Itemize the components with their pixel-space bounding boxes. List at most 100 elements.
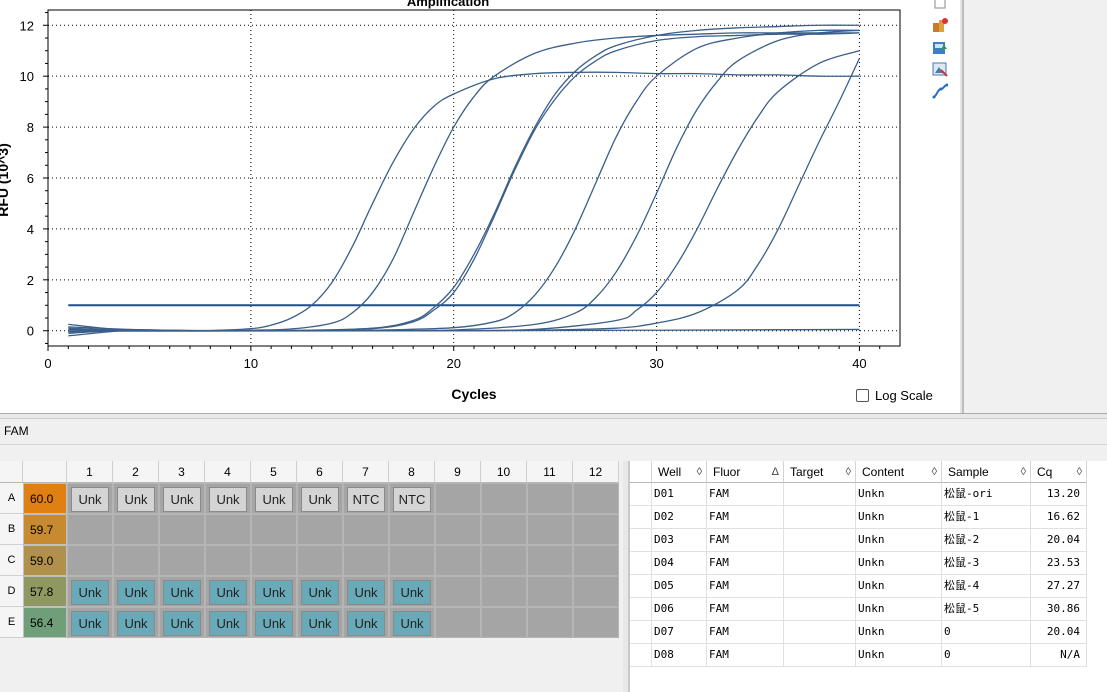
plate-well[interactable] xyxy=(527,576,573,607)
column-header-fluor[interactable]: Fluor Δ xyxy=(707,461,784,483)
plate-well[interactable]: Unk xyxy=(113,483,159,514)
plate-well[interactable] xyxy=(67,514,113,545)
table-cell-well[interactable]: D01 xyxy=(652,483,707,506)
table-cell-sample[interactable]: 松鼠-ori xyxy=(942,483,1031,506)
plate-well[interactable]: NTC xyxy=(343,483,389,514)
plate-well[interactable] xyxy=(573,483,619,514)
column-header-sample[interactable]: Sample ◊ xyxy=(942,461,1031,483)
plate-well[interactable]: Unk xyxy=(297,483,343,514)
plate-well[interactable]: Unk xyxy=(67,483,113,514)
plate-well[interactable]: Unk xyxy=(343,576,389,607)
table-cell-well[interactable]: D04 xyxy=(652,552,707,575)
plate-well[interactable] xyxy=(435,545,481,576)
log-scale-toggle[interactable]: Log Scale xyxy=(856,388,933,403)
plate-row-header[interactable]: D xyxy=(0,576,23,607)
curve-style-icon[interactable] xyxy=(931,82,949,100)
table-cell-content[interactable]: Unkn xyxy=(856,529,942,552)
plate-well[interactable]: Unk xyxy=(251,607,297,638)
table-cell-well[interactable]: D03 xyxy=(652,529,707,552)
plate-column-header[interactable]: 12 xyxy=(573,461,619,483)
plate-well[interactable] xyxy=(481,545,527,576)
plate-well[interactable] xyxy=(67,545,113,576)
log-scale-checkbox[interactable] xyxy=(856,389,869,402)
table-cell-target[interactable] xyxy=(784,598,856,621)
sort-icon[interactable]: ◊ xyxy=(1021,461,1026,483)
table-cell-target[interactable] xyxy=(784,644,856,667)
table-cell-target[interactable] xyxy=(784,483,856,506)
table-cell-content[interactable]: Unkn xyxy=(856,552,942,575)
table-cell-well[interactable]: D07 xyxy=(652,621,707,644)
table-cell-cq[interactable]: 27.27 xyxy=(1031,575,1087,598)
table-cell-fluor[interactable]: FAM xyxy=(707,575,784,598)
plate-column-header[interactable]: 3 xyxy=(159,461,205,483)
plate-row-header[interactable]: A xyxy=(0,483,23,514)
plate-well[interactable] xyxy=(573,576,619,607)
plate-column-header[interactable]: 1 xyxy=(67,461,113,483)
sort-icon[interactable]: Δ xyxy=(772,461,779,483)
row-marker[interactable] xyxy=(630,644,652,667)
sort-icon[interactable]: ◊ xyxy=(846,461,851,483)
sort-icon[interactable]: ◊ xyxy=(1077,461,1082,483)
plate-column-header[interactable]: 9 xyxy=(435,461,481,483)
plate-well[interactable] xyxy=(573,607,619,638)
row-marker[interactable] xyxy=(630,483,652,506)
plate-well[interactable]: Unk xyxy=(113,607,159,638)
column-header-cq[interactable]: Cq ◊ xyxy=(1031,461,1087,483)
row-marker[interactable] xyxy=(630,506,652,529)
table-cell-cq[interactable]: 16.62 xyxy=(1031,506,1087,529)
table-cell-content[interactable]: Unkn xyxy=(856,575,942,598)
plate-well[interactable] xyxy=(481,576,527,607)
plate-well[interactable] xyxy=(343,514,389,545)
table-cell-sample[interactable]: 0 xyxy=(942,621,1031,644)
plate-well[interactable] xyxy=(159,514,205,545)
row-marker[interactable] xyxy=(630,575,652,598)
table-cell-sample[interactable]: 松鼠-5 xyxy=(942,598,1031,621)
plate-well[interactable] xyxy=(343,545,389,576)
table-cell-sample[interactable]: 松鼠-4 xyxy=(942,575,1031,598)
plate-column-header[interactable]: 6 xyxy=(297,461,343,483)
plate-well[interactable]: Unk xyxy=(205,576,251,607)
plate-row-header[interactable]: E xyxy=(0,607,23,638)
plate-well[interactable] xyxy=(573,545,619,576)
amplification-curve-8[interactable] xyxy=(68,58,861,332)
table-cell-sample[interactable]: 松鼠-1 xyxy=(942,506,1031,529)
column-header-target[interactable]: Target ◊ xyxy=(784,461,856,483)
table-cell-target[interactable] xyxy=(784,506,856,529)
table-cell-target[interactable] xyxy=(784,552,856,575)
plate-well[interactable]: Unk xyxy=(297,607,343,638)
table-cell-target[interactable] xyxy=(784,621,856,644)
plate-well[interactable] xyxy=(297,514,343,545)
plate-column-header[interactable]: 10 xyxy=(481,461,527,483)
amplification-chart[interactable]: 0 10 20 30 40 0 2 4 6 8 10 12 Amplification Cycles … xyxy=(0,0,960,413)
plate-row-header[interactable]: C xyxy=(0,545,23,576)
plate-well[interactable]: Unk xyxy=(159,607,205,638)
table-cell-content[interactable]: Unkn xyxy=(856,506,942,529)
table-cell-sample[interactable]: 松鼠-3 xyxy=(942,552,1031,575)
table-cell-fluor[interactable]: FAM xyxy=(707,598,784,621)
column-header-well[interactable]: Well ◊ xyxy=(652,461,707,483)
table-cell-sample[interactable]: 0 xyxy=(942,644,1031,667)
table-cell-well[interactable]: D06 xyxy=(652,598,707,621)
table-cell-cq[interactable]: 23.53 xyxy=(1031,552,1087,575)
row-marker[interactable] xyxy=(630,529,652,552)
plate-well[interactable] xyxy=(251,545,297,576)
image-icon[interactable] xyxy=(931,60,949,78)
table-cell-sample[interactable]: 松鼠-2 xyxy=(942,529,1031,552)
table-cell-fluor[interactable]: FAM xyxy=(707,621,784,644)
table-cell-content[interactable]: Unkn xyxy=(856,483,942,506)
plate-column-header[interactable]: 4 xyxy=(205,461,251,483)
plate-column-header[interactable]: 7 xyxy=(343,461,389,483)
plate-well[interactable] xyxy=(481,607,527,638)
plate-well[interactable] xyxy=(251,514,297,545)
plate-well[interactable]: Unk xyxy=(67,607,113,638)
plate-well[interactable] xyxy=(435,483,481,514)
row-marker[interactable] xyxy=(630,621,652,644)
plate-well[interactable] xyxy=(435,514,481,545)
table-cell-cq[interactable]: N/A xyxy=(1031,644,1087,667)
plate-well[interactable]: Unk xyxy=(297,576,343,607)
table-cell-fluor[interactable]: FAM xyxy=(707,552,784,575)
plate-well[interactable] xyxy=(113,545,159,576)
plate-well[interactable] xyxy=(205,545,251,576)
table-cell-cq[interactable]: 20.04 xyxy=(1031,621,1087,644)
plate-column-header[interactable]: 2 xyxy=(113,461,159,483)
